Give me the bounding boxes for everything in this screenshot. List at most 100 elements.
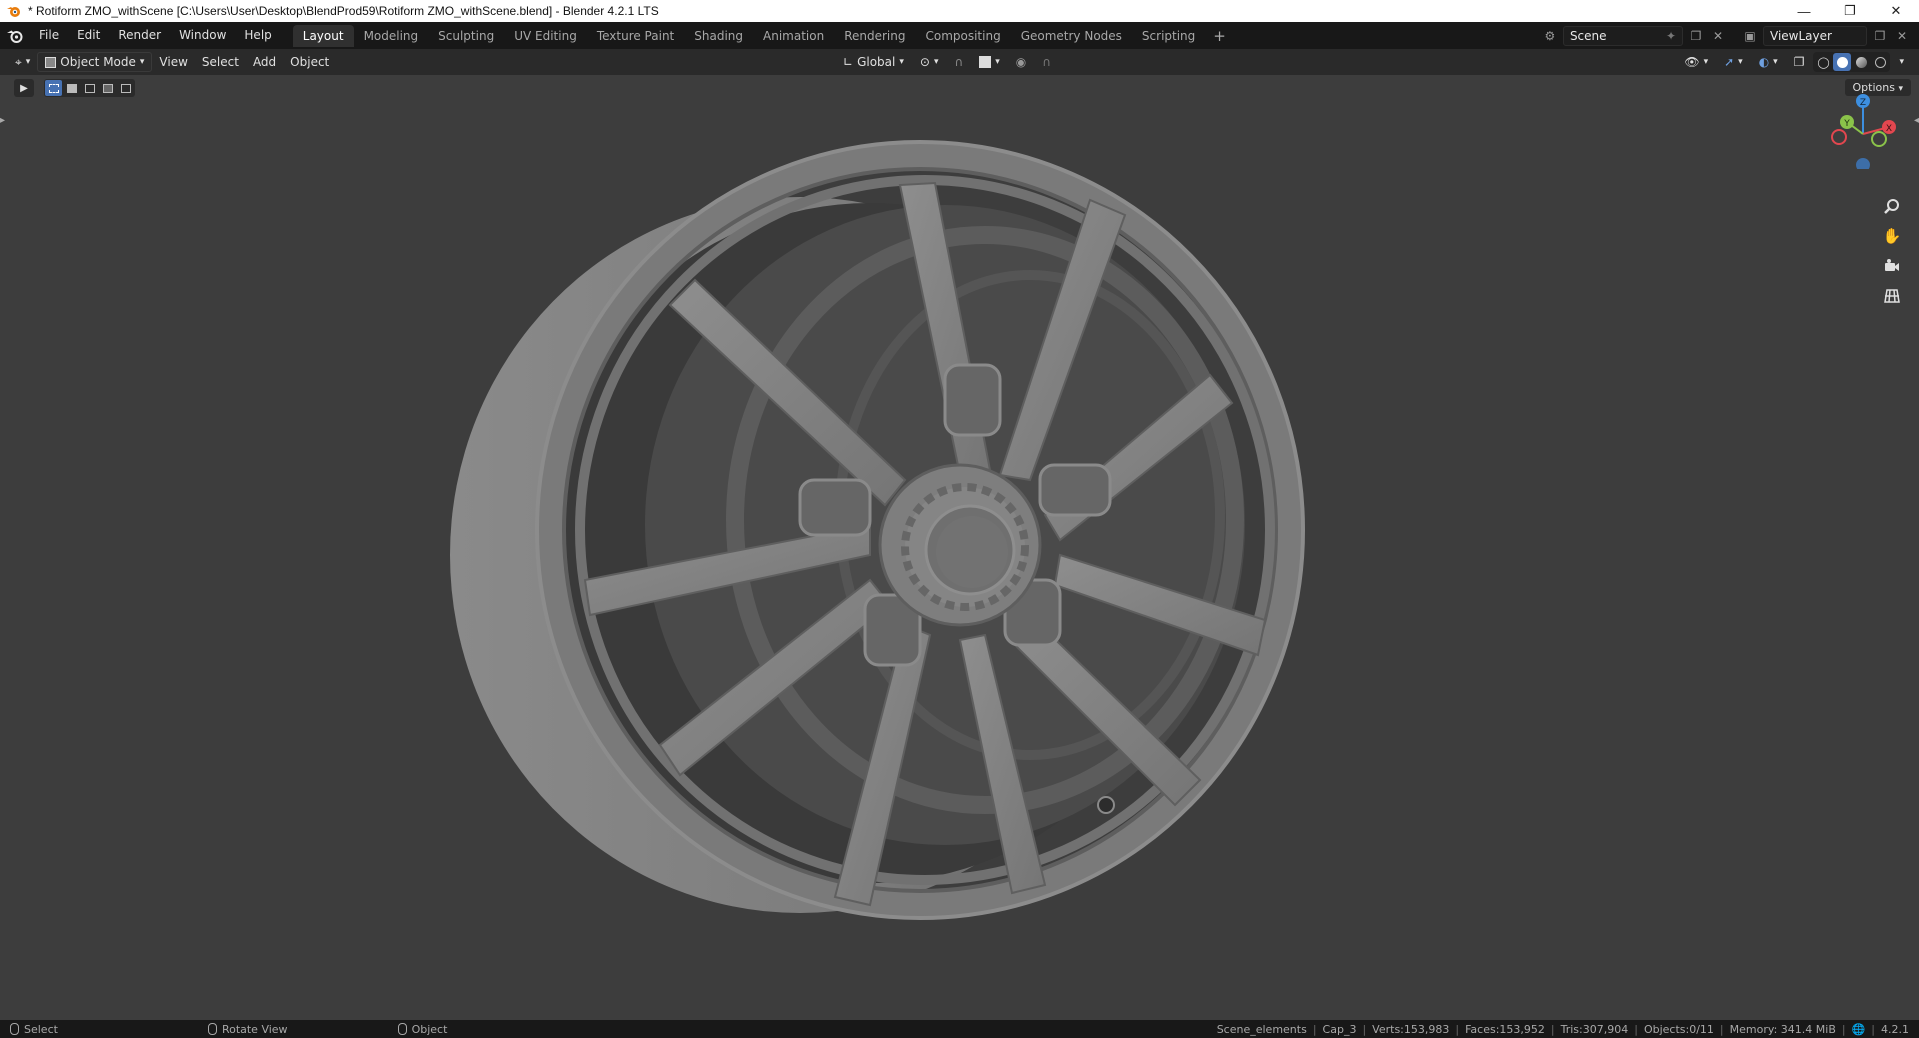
eye-icon: 👁 (1684, 55, 1700, 69)
pin-icon[interactable]: ✦ (1666, 29, 1676, 43)
camera-icon (1885, 259, 1899, 271)
solid-sphere-icon (1836, 56, 1848, 68)
tab-geometry-nodes[interactable]: Geometry Nodes (1011, 25, 1132, 47)
transform-orientation-dropdown[interactable]: ∟ Global ▾ (836, 52, 911, 72)
objects-count: Objects:0/11 (1643, 1022, 1714, 1036)
new-view-layer-icon[interactable]: ❐ (1871, 27, 1889, 45)
new-scene-icon[interactable]: ❐ (1687, 27, 1705, 45)
active-object: Cap_3 (1322, 1022, 1357, 1036)
top-bar: File Edit Render Window Help Layout Mode… (0, 22, 1919, 49)
magnet-icon: ∩ (954, 55, 964, 69)
wireframe-shading-button[interactable]: ◯ (1814, 53, 1832, 71)
tab-animation[interactable]: Animation (753, 25, 834, 47)
tab-uv-editing[interactable]: UV Editing (504, 25, 587, 47)
camera-view-button[interactable] (1879, 253, 1905, 279)
zoom-view-button[interactable] (1879, 193, 1905, 219)
window-titlebar: * Rotiform ZMO_withScene [C:\Users\User\… (0, 0, 1919, 22)
visibility-dropdown[interactable]: 👁 ▾ (1677, 52, 1715, 72)
delete-scene-icon[interactable]: ✕ (1709, 27, 1727, 45)
chevron-down-icon: ▾ (995, 57, 1000, 67)
memory-usage: Memory: 341.4 MiB (1729, 1022, 1836, 1036)
tab-layout[interactable]: Layout (292, 24, 354, 47)
tab-compositing[interactable]: Compositing (915, 25, 1010, 47)
scene-name: Scene (1569, 28, 1607, 43)
pivot-point-dropdown[interactable]: ⊙ ▾ (913, 52, 946, 72)
tab-rendering[interactable]: Rendering (834, 25, 915, 47)
scene-selector[interactable]: Scene ✦ (1562, 25, 1683, 46)
close-window-button[interactable]: ✕ (1873, 0, 1919, 22)
status-hint-label: Rotate View (221, 1022, 288, 1036)
hand-icon: ✋ (1882, 227, 1902, 245)
menu-view[interactable]: View (152, 52, 194, 72)
view-layer-selector[interactable]: ViewLayer (1763, 25, 1867, 46)
ortho-perspective-button[interactable] (1879, 283, 1905, 309)
menu-file[interactable]: File (30, 22, 68, 49)
blender-logo-menu[interactable] (0, 29, 30, 43)
xray-toggle[interactable]: ❐ (1787, 52, 1812, 72)
status-hint-label: Select (24, 1022, 58, 1036)
menu-object[interactable]: Object (283, 52, 336, 72)
minimize-button[interactable]: — (1781, 0, 1827, 22)
scene-browse-icon[interactable]: ⚙ (1541, 27, 1559, 45)
pocket (798, 478, 872, 537)
rendered-shading-button[interactable] (1871, 53, 1889, 71)
pan-view-button[interactable]: ✋ (1879, 223, 1905, 249)
status-hint-rotate: Rotate View (198, 1023, 288, 1036)
material-preview-button[interactable] (1852, 53, 1870, 71)
xray-icon: ❐ (1793, 55, 1805, 69)
falloff-dropdown[interactable]: ∩ (1035, 52, 1058, 72)
solid-shading-button[interactable] (1833, 53, 1852, 71)
wheel-model[interactable] (0, 75, 1919, 1020)
tab-texture-paint[interactable]: Texture Paint (587, 25, 684, 47)
separator: | (1455, 1022, 1460, 1036)
shading-options-dropdown[interactable]: ▾ (1892, 52, 1911, 72)
tab-modeling[interactable]: Modeling (354, 25, 429, 47)
tab-sculpting[interactable]: Sculpting (428, 25, 504, 47)
object-mode-dropdown[interactable]: Object Mode ▾ (37, 52, 153, 72)
separator: | (1550, 1022, 1555, 1036)
object-mode-icon (45, 56, 57, 68)
window-title: * Rotiform ZMO_withScene [C:\Users\User\… (28, 4, 659, 18)
gizmo-y-label: Y (1843, 119, 1850, 129)
gizmo-toggle[interactable]: ➚ ▾ (1717, 52, 1750, 72)
blender-version: 4.2.1 (1881, 1022, 1909, 1036)
add-workspace-button[interactable]: + (1205, 27, 1234, 45)
overlays-icon: ◐ (1758, 55, 1770, 69)
snap-target-dropdown[interactable]: ▾ (972, 52, 1007, 72)
editor-type-button[interactable]: ⌖ ▾ (8, 52, 37, 72)
blender-app-icon (7, 7, 20, 17)
delete-view-layer-icon[interactable]: ✕ (1893, 27, 1911, 45)
menu-render[interactable]: Render (109, 22, 170, 49)
orientation-icon: ∟ (843, 55, 854, 69)
wireframe-sphere-icon: ◯ (1817, 55, 1830, 69)
object-mode-label: Object Mode (60, 55, 136, 69)
view-layer-browse-icon[interactable]: ▣ (1741, 27, 1759, 45)
menu-help[interactable]: Help (235, 22, 280, 49)
tab-scripting[interactable]: Scripting (1132, 25, 1205, 47)
material-sphere-icon (1855, 56, 1867, 68)
pocket (943, 363, 1002, 437)
separator: | (1312, 1022, 1317, 1036)
status-bar: Select Rotate View Object Scene_elements… (0, 1020, 1919, 1038)
blender-window: * Rotiform ZMO_withScene [C:\Users\User\… (0, 0, 1919, 1038)
separator: | (1362, 1022, 1367, 1036)
menu-window[interactable]: Window (170, 22, 235, 49)
snap-toggle[interactable]: ∩ (947, 52, 970, 72)
snap-increment-icon (979, 56, 992, 68)
viewport-display-tools: 👁 ▾ ➚ ▾ ◐ ▾ ❐ ◯ ▾ (1677, 52, 1911, 72)
overlays-toggle[interactable]: ◐ ▾ (1752, 52, 1785, 72)
gizmo-y-negative[interactable] (1871, 131, 1887, 147)
tab-shading[interactable]: Shading (684, 25, 753, 47)
gizmo-z-negative[interactable] (1856, 158, 1870, 169)
menu-select[interactable]: Select (195, 52, 246, 72)
3d-viewport[interactable]: ▶ Options ▾ ▸ ◂ Z Y X ✋ (0, 75, 1919, 1020)
proportional-editing-toggle[interactable]: ◉ (1009, 52, 1033, 72)
separator: | (1719, 1022, 1724, 1036)
gizmo-z-label: Z (1860, 98, 1866, 108)
menu-add[interactable]: Add (246, 52, 283, 72)
navigation-gizmo[interactable]: Z Y X (1823, 89, 1903, 169)
gizmo-x-negative[interactable] (1831, 129, 1847, 145)
verts-count: Verts:153,983 (1372, 1022, 1450, 1036)
restore-button[interactable]: ❐ (1827, 0, 1873, 22)
menu-edit[interactable]: Edit (68, 22, 109, 49)
